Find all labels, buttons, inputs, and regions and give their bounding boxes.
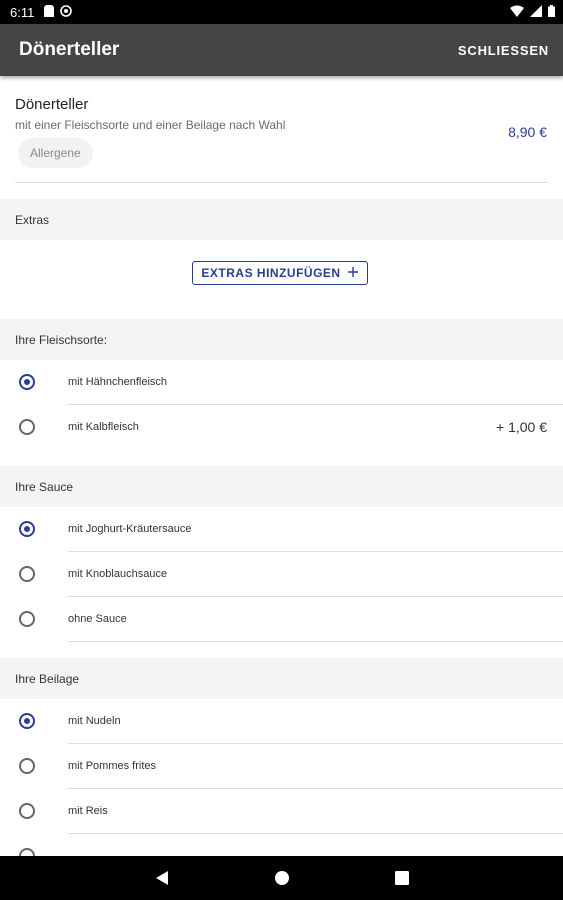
radio-button[interactable] — [19, 611, 35, 627]
wifi-icon — [510, 5, 524, 20]
side-header-label: Ihre Beilage — [15, 671, 80, 686]
option-rice[interactable]: mit Reis — [0, 789, 563, 834]
product-price: 8,90 € — [508, 124, 547, 140]
status-time: 6:11 — [10, 4, 35, 20]
option-noodles[interactable]: mit Nudeln — [0, 699, 563, 744]
sauce-header-label: Ihre Sauce — [15, 479, 74, 494]
option-price: + 1,00 € — [496, 419, 547, 435]
option-label: mit Joghurt-Kräutersauce — [68, 523, 192, 535]
recents-icon[interactable] — [342, 871, 462, 885]
side-header: Ihre Beilage — [0, 658, 563, 699]
option-chicken[interactable]: mit Hähnchenfleisch — [0, 360, 563, 405]
back-icon[interactable] — [102, 870, 222, 886]
plus-icon — [347, 265, 359, 282]
option-veal[interactable]: mit Kalbfleisch + 1,00 € — [0, 405, 563, 450]
meat-header: Ihre Fleischsorte: — [0, 319, 563, 360]
option-label: ohne Sauce — [68, 613, 127, 625]
add-extras-button[interactable]: EXTRAS HINZUFÜGEN — [192, 261, 368, 285]
radio-button[interactable] — [19, 848, 35, 856]
option-no-sauce[interactable]: ohne Sauce — [0, 597, 563, 642]
radio-button[interactable] — [19, 566, 35, 582]
navigation-bar — [0, 856, 563, 900]
sauce-header: Ihre Sauce — [0, 466, 563, 507]
status-right-icons — [510, 4, 555, 20]
option-label: mit Hähnchenfleisch — [68, 376, 168, 388]
extras-header-label: Extras — [15, 212, 50, 227]
product-description: mit einer Fleischsorte und einer Beilage… — [15, 118, 286, 132]
status-bar: 6:11 — [0, 0, 563, 24]
extras-header: Extras — [0, 199, 563, 240]
radio-button[interactable] — [19, 419, 35, 435]
option-label: mit Reis — [68, 805, 108, 817]
option-label: mit Kalbfleisch — [68, 421, 139, 433]
app-bar: Dönerteller SCHLIESSEN — [0, 24, 563, 76]
option-label: mit Knoblauchsauce — [68, 568, 168, 580]
option-garlic-sauce[interactable]: mit Knoblauchsauce — [0, 552, 563, 597]
option-label: mit Nudeln — [68, 715, 121, 727]
option-label: mit Pommes frites — [68, 760, 157, 772]
option-yogurt-herb-sauce[interactable]: mit Joghurt-Kräutersauce — [0, 507, 563, 552]
product-options-content[interactable]: Dönerteller mit einer Fleischsorte und e… — [0, 76, 563, 856]
divider — [15, 182, 548, 183]
radio-button[interactable] — [19, 374, 35, 390]
divider — [68, 641, 563, 642]
meat-header-label: Ihre Fleischsorte: — [15, 332, 108, 347]
close-button[interactable]: SCHLIESSEN — [458, 43, 549, 58]
option-fries[interactable]: mit Pommes frites — [0, 744, 563, 789]
product-summary: Dönerteller mit einer Fleischsorte und e… — [0, 76, 563, 183]
radio-button[interactable] — [19, 521, 35, 537]
status-left-icons — [44, 4, 73, 20]
home-icon[interactable] — [222, 870, 342, 886]
radio-button[interactable] — [19, 803, 35, 819]
battery-icon — [548, 4, 555, 20]
radio-button[interactable] — [19, 758, 35, 774]
product-name: Dönerteller — [15, 96, 89, 113]
extras-area: EXTRAS HINZUFÜGEN — [0, 240, 563, 319]
sim-card-icon — [44, 4, 55, 20]
signal-icon — [530, 4, 542, 20]
allergens-button[interactable]: Allergene — [18, 138, 93, 168]
whatsapp-icon — [60, 4, 73, 20]
add-extras-label: EXTRAS HINZUFÜGEN — [201, 266, 341, 280]
radio-button[interactable] — [19, 713, 35, 729]
page-title: Dönerteller — [19, 39, 120, 60]
option-partial-next[interactable] — [0, 834, 563, 856]
